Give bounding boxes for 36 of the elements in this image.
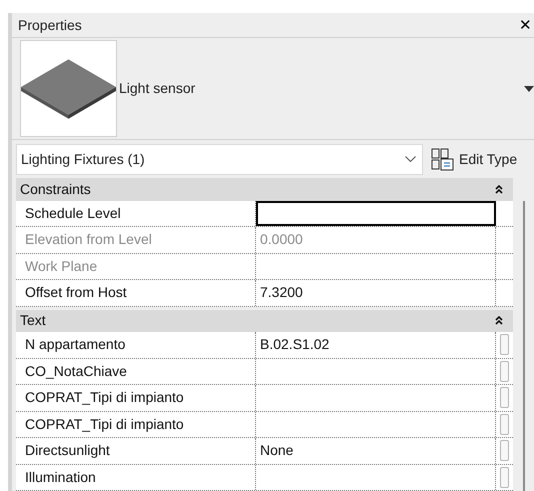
property-name: Offset from Host (16, 280, 256, 306)
group-title: Text (20, 311, 47, 330)
dropdown-arrow-icon[interactable] (524, 86, 534, 92)
associate-parameter-button[interactable] (500, 387, 509, 408)
property-name: Illumination (16, 464, 256, 490)
property-name: N appartamento (16, 332, 256, 358)
category-dropdown[interactable]: Lighting Fixtures (1) (16, 144, 423, 174)
property-name: Work Plane (16, 254, 256, 279)
collapse-icon[interactable] (495, 184, 503, 194)
associate-parameter-button[interactable] (500, 466, 509, 488)
group-title: Constraints (20, 180, 92, 199)
edit-type-icon (431, 148, 454, 170)
collapse-icon[interactable] (495, 316, 503, 326)
edit-type-button[interactable]: Edit Type (431, 148, 518, 170)
window-title: Properties (18, 16, 83, 35)
group-header[interactable]: Constraints (16, 178, 513, 200)
property-name: COPRAT_Tipi di impianto (16, 385, 256, 410)
associate-parameter-button[interactable] (500, 414, 509, 435)
chevron-down-icon (405, 156, 416, 162)
value-input-field[interactable] (256, 200, 496, 226)
property-name: Directsunlight (16, 438, 256, 464)
scrollbar[interactable] (522, 201, 524, 491)
associate-parameter-button[interactable] (500, 440, 509, 462)
property-value[interactable]: B.02.S1.02 (256, 332, 496, 358)
group-header[interactable]: Text (16, 310, 513, 332)
property-value[interactable]: 7.3200 (256, 280, 496, 306)
property-name: Elevation from Level (16, 227, 256, 252)
property-name: Schedule Level (16, 200, 256, 226)
close-button[interactable]: ✕ (519, 18, 532, 32)
plate-icon (21, 58, 116, 118)
associate-parameter-button[interactable] (500, 334, 509, 356)
associate-parameter-button[interactable] (500, 360, 509, 382)
property-name: CO_NotaChiave (16, 358, 256, 384)
type-name: Light sensor (119, 79, 196, 98)
property-name: COPRAT_Tipi di impianto (16, 412, 256, 437)
property-value[interactable]: None (256, 438, 496, 464)
